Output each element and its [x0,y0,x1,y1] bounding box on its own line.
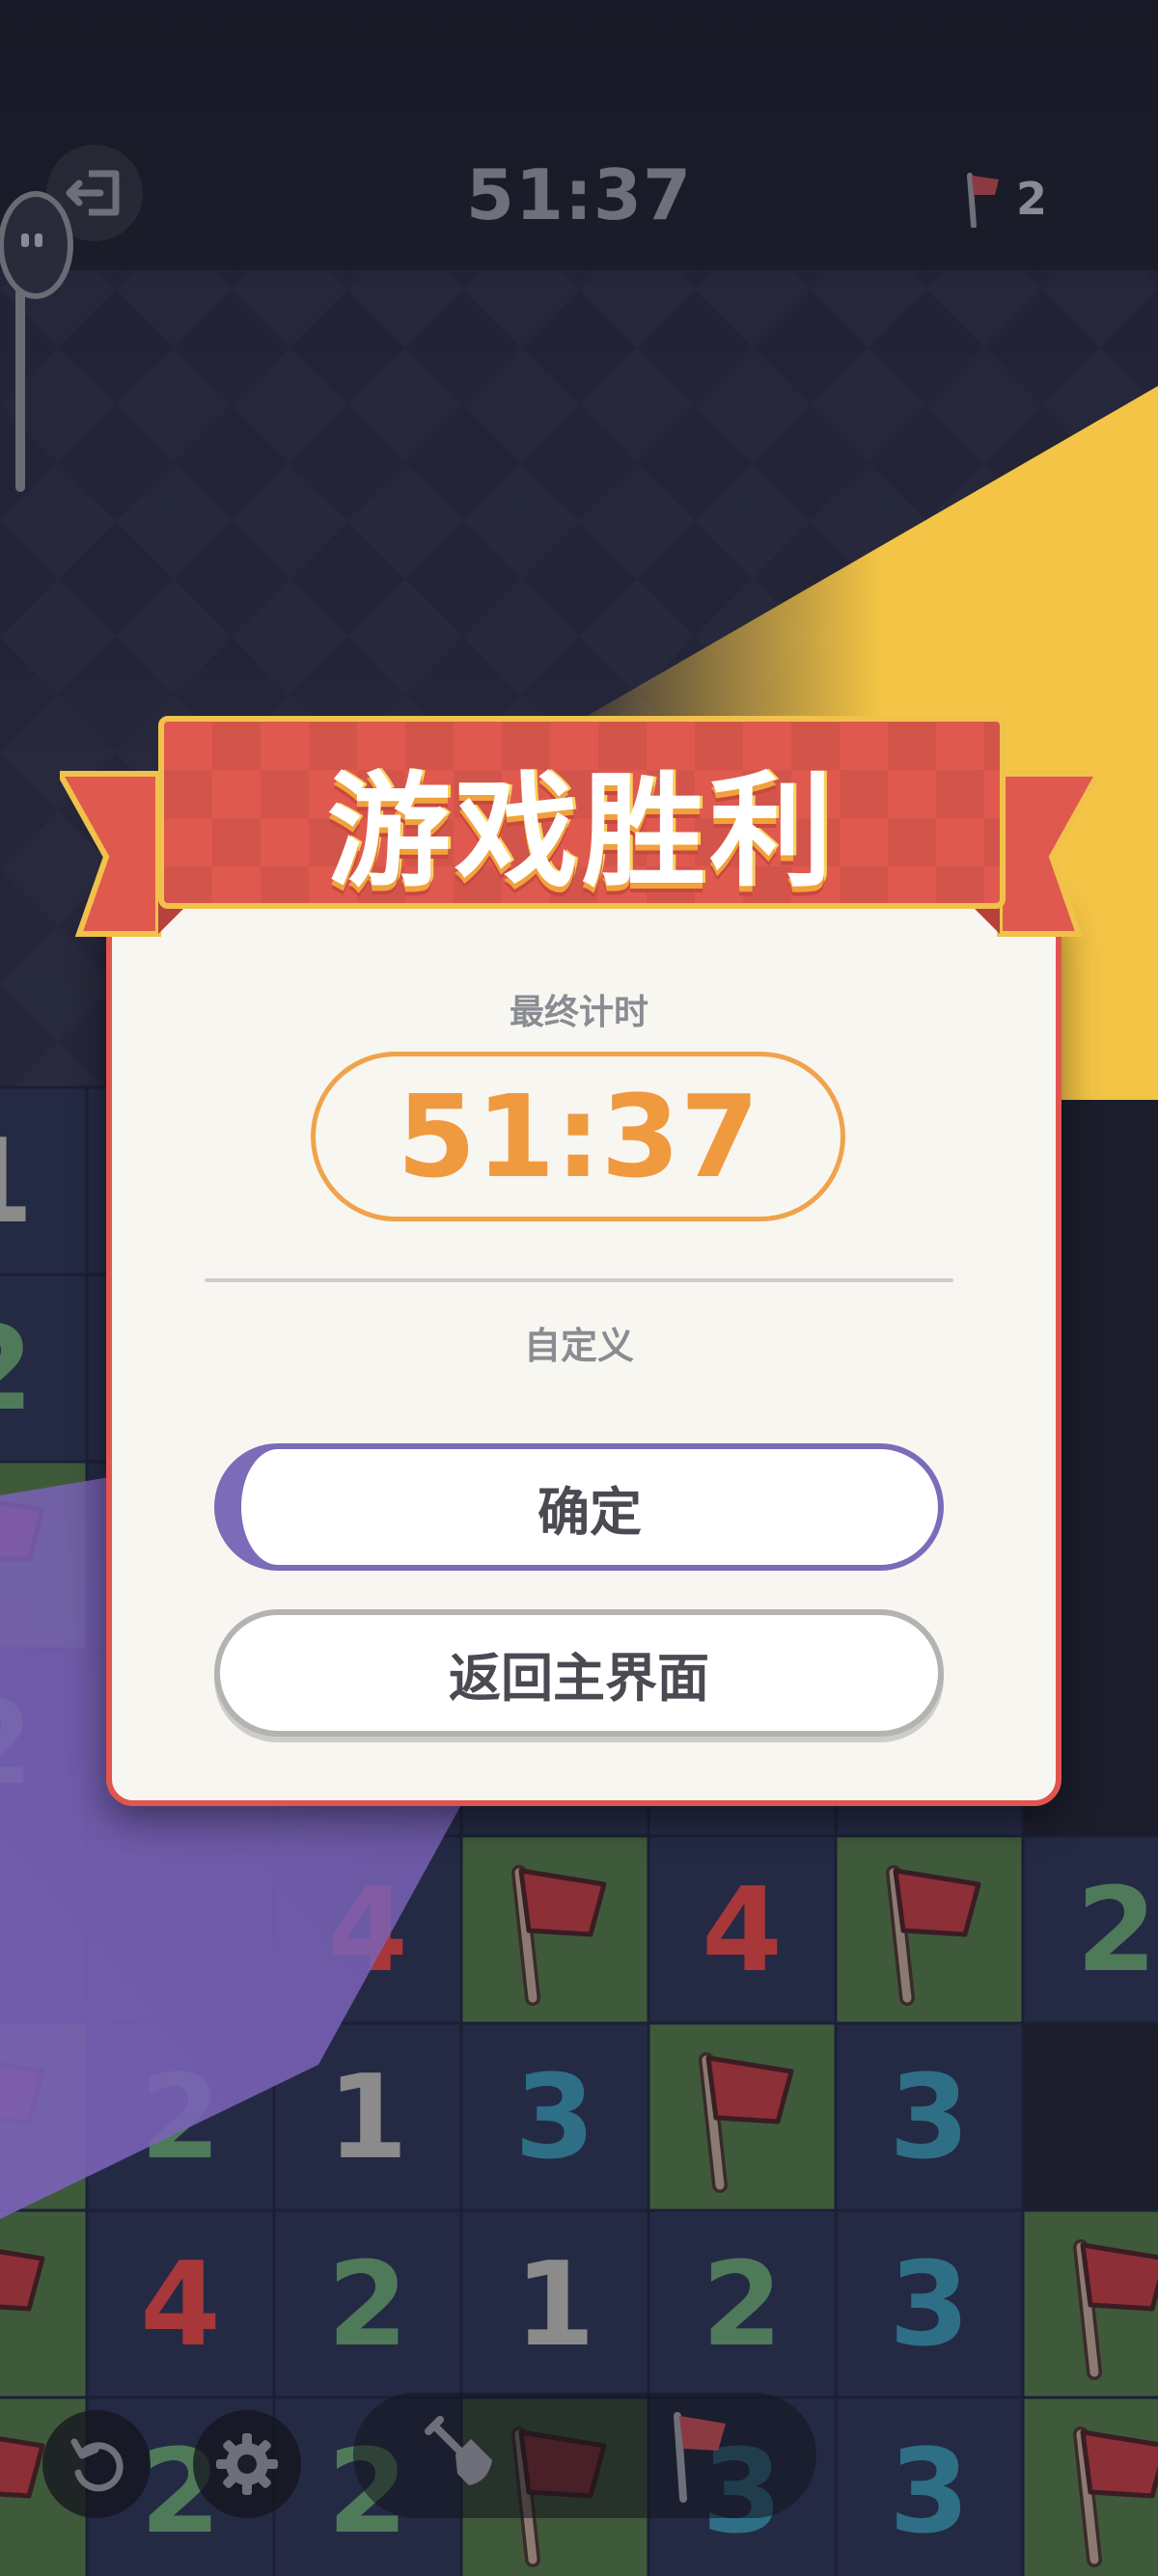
cell-number: 3 [889,2051,970,2185]
flag-tool-icon[interactable] [662,2406,739,2503]
confirm-button[interactable]: 确定 [214,1443,944,1571]
cell-number: 2 [327,2238,408,2372]
flag-icon [967,173,999,228]
victory-ribbon: 游戏胜利 [60,714,1098,945]
confirm-button-label: 确定 [538,1481,642,1543]
victory-title: 游戏胜利 [326,760,837,904]
cell-number: 3 [514,2051,595,2185]
game-mode-label: 自定义 [523,1325,634,1367]
cell-number: 2 [702,2238,783,2372]
gear-icon [216,2433,278,2495]
tool-selector[interactable] [353,2393,816,2518]
cell-number: 3 [889,2238,970,2372]
cell-number: 4 [702,1864,783,1998]
cell-number: 2 [1076,1864,1157,1998]
flag-count-value: 2 [1016,173,1048,225]
cell-number: 1 [514,2238,595,2372]
flag-counter: 2 [960,170,1047,228]
cell-number: 4 [140,2238,221,2372]
final-time-label: 最终计时 [509,993,648,1032]
dialog-divider [205,1278,953,1282]
return-home-button[interactable]: 返回主界面 [214,1609,944,1737]
cell-number: 1 [0,1115,34,1249]
final-time-value: 51:37 [397,1070,759,1203]
zoom-slider[interactable] [0,191,73,492]
return-home-button-label: 返回主界面 [449,1647,709,1709]
final-time-display: 51:37 [311,1052,845,1221]
settings-button[interactable] [193,2410,301,2518]
cell-number: 1 [327,2051,408,2185]
undo-button[interactable] [42,2410,151,2518]
undo-icon [70,2438,124,2492]
shovel-icon[interactable] [421,2412,508,2499]
cell-number: 3 [889,2425,970,2560]
